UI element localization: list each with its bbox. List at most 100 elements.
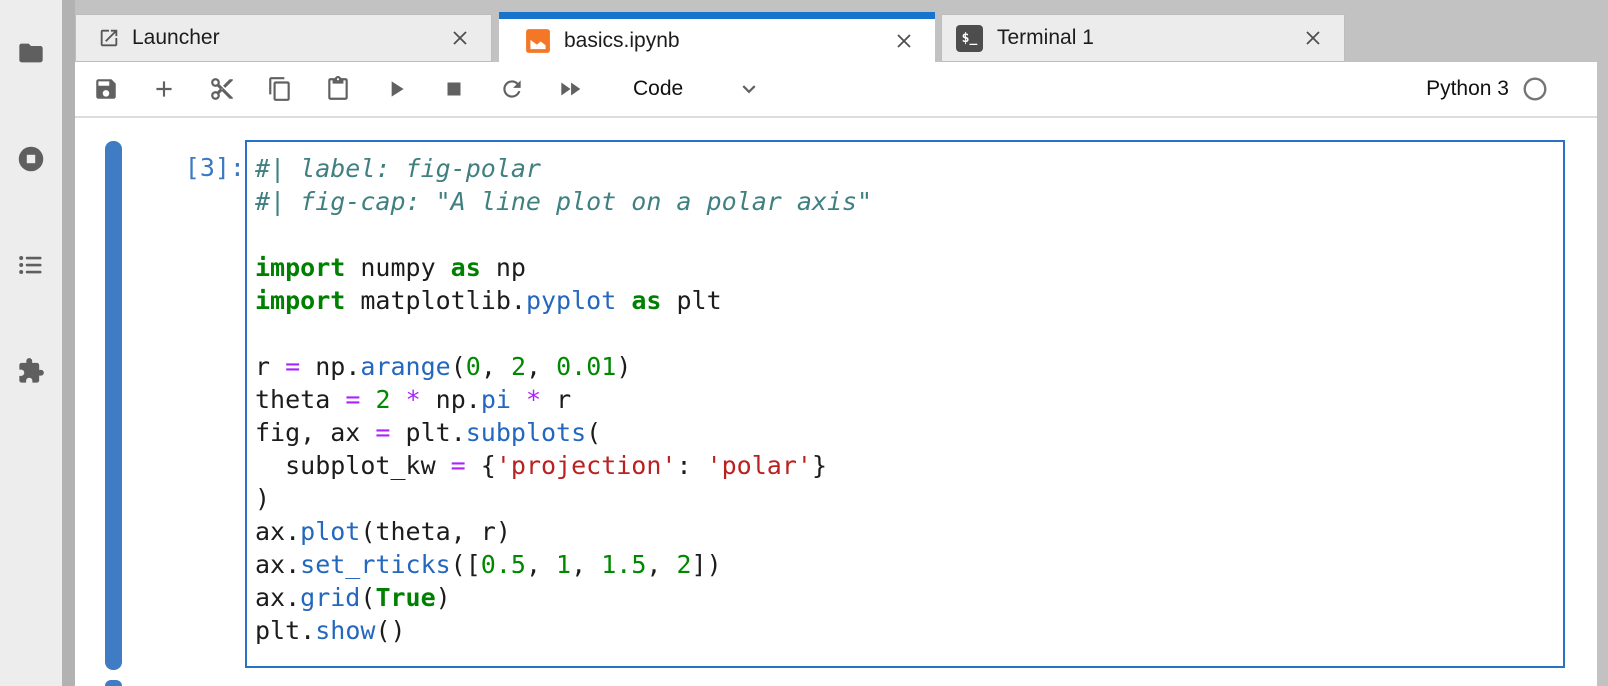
code-line[interactable] (255, 218, 1555, 251)
code-line[interactable]: #| label: fig-polar (255, 152, 1555, 185)
code-line[interactable]: import matplotlib.pyplot as plt (255, 284, 1555, 317)
folder-icon (17, 39, 45, 67)
code-token: theta (255, 385, 345, 414)
notebook-panel: [3]: #| label: fig-polar#| fig-cap: "A l… (75, 118, 1597, 686)
launcher-icon (98, 27, 120, 49)
code-token: import (255, 253, 345, 282)
tab-label: Launcher (132, 26, 220, 50)
code-token: arange (360, 352, 450, 381)
code-token: np. (421, 385, 481, 414)
copy-cells-button[interactable] (251, 67, 309, 111)
execution-count-prompt: [3]: (130, 151, 245, 184)
code-token: { (466, 451, 496, 480)
tab-launcher[interactable]: Launcher (75, 14, 492, 62)
code-line[interactable] (255, 317, 1555, 350)
plus-icon (151, 76, 177, 102)
code-line[interactable]: #| fig-cap: "A line plot on a polar axis… (255, 185, 1555, 218)
tab-label: Terminal 1 (997, 26, 1094, 50)
code-token: plot (300, 517, 360, 546)
code-token: 2 (511, 352, 526, 381)
stop-circle-icon (17, 145, 45, 173)
code-token: r (255, 352, 285, 381)
code-token: () (375, 616, 405, 645)
code-token: 'polar' (707, 451, 812, 480)
code-line[interactable]: ) (255, 482, 1555, 515)
code-line[interactable]: theta = 2 * np.pi * r (255, 383, 1555, 416)
code-token: True (375, 583, 435, 612)
code-token: plt (661, 286, 721, 315)
fast-forward-icon (557, 76, 583, 102)
sidebar-item-file-browser[interactable] (16, 38, 46, 68)
code-line[interactable]: ax.plot(theta, r) (255, 515, 1555, 548)
code-token: ([ (451, 550, 481, 579)
tab-terminal-1[interactable]: $_ Terminal 1 (941, 14, 1345, 62)
tab-basics-ipynb[interactable]: basics.ipynb (499, 12, 935, 62)
restart-kernel-button[interactable] (483, 67, 541, 111)
save-button[interactable] (77, 67, 135, 111)
code-token: #| label: fig-polar (255, 154, 541, 183)
code-token: 2 (676, 550, 691, 579)
code-token: as (451, 253, 481, 282)
code-line[interactable]: import numpy as np (255, 251, 1555, 284)
notebook-icon (525, 28, 551, 54)
code-token (616, 286, 631, 315)
code-token: r (541, 385, 571, 414)
code-line[interactable]: fig, ax = plt.subplots( (255, 416, 1555, 449)
code-line[interactable]: ax.grid(True) (255, 581, 1555, 614)
code-token: pi (481, 385, 511, 414)
sidebar-item-table-of-contents[interactable] (16, 250, 46, 280)
interrupt-kernel-button[interactable] (425, 67, 483, 111)
code-token: , (481, 352, 511, 381)
code-token: = (285, 352, 300, 381)
code-token: 0.01 (556, 352, 616, 381)
code-line[interactable]: plt.show() (255, 614, 1555, 647)
code-token (511, 385, 526, 414)
chevron-down-icon (736, 76, 762, 102)
code-cell-editor[interactable]: #| label: fig-polar#| fig-cap: "A line p… (245, 140, 1565, 668)
run-cell-button[interactable] (367, 67, 425, 111)
code-token: show (315, 616, 375, 645)
code-line[interactable]: r = np.arange(0, 2, 0.01) (255, 350, 1555, 383)
code-token: ax. (255, 517, 300, 546)
code-token: ( (451, 352, 466, 381)
cell-collapser[interactable] (105, 141, 122, 670)
code-token: matplotlib. (345, 286, 526, 315)
kernel-name[interactable]: Python 3 (1426, 77, 1509, 101)
code-area: #| label: fig-polar#| fig-cap: "A line p… (255, 152, 1555, 647)
close-tab-button[interactable] (447, 25, 473, 51)
code-token: * (406, 385, 421, 414)
code-token: numpy (345, 253, 450, 282)
clipboard-icon (325, 76, 351, 102)
code-token: , (646, 550, 676, 579)
save-icon (93, 76, 119, 102)
code-token: ) (616, 352, 631, 381)
code-token: ]) (692, 550, 722, 579)
cut-cells-button[interactable] (193, 67, 251, 111)
close-icon (448, 26, 472, 50)
cell-type-select[interactable]: Code (633, 76, 762, 102)
next-cell-collapser[interactable] (105, 680, 122, 686)
insert-cell-button[interactable] (135, 67, 193, 111)
close-tab-button[interactable] (891, 28, 917, 54)
code-token: as (631, 286, 661, 315)
play-icon (383, 76, 409, 102)
close-tab-button[interactable] (1300, 25, 1326, 51)
paste-cells-button[interactable] (309, 67, 367, 111)
code-token: : (676, 451, 706, 480)
code-token (360, 385, 375, 414)
code-token: subplots (466, 418, 586, 447)
code-token: = (451, 451, 466, 480)
sidebar-item-running-sessions[interactable] (16, 144, 46, 174)
code-token: ) (255, 484, 270, 513)
code-token: np (481, 253, 526, 282)
copy-icon (267, 76, 293, 102)
activity-sidebar (0, 0, 62, 686)
code-line[interactable]: ax.set_rticks([0.5, 1, 1.5, 2]) (255, 548, 1555, 581)
code-line[interactable]: subplot_kw = {'projection': 'polar'} (255, 449, 1555, 482)
code-token: 0.5 (481, 550, 526, 579)
kernel-idle-circle-icon (1522, 76, 1548, 102)
code-token: * (526, 385, 541, 414)
sidebar-item-extensions[interactable] (16, 356, 46, 386)
restart-run-all-button[interactable] (541, 67, 599, 111)
code-token: set_rticks (300, 550, 451, 579)
